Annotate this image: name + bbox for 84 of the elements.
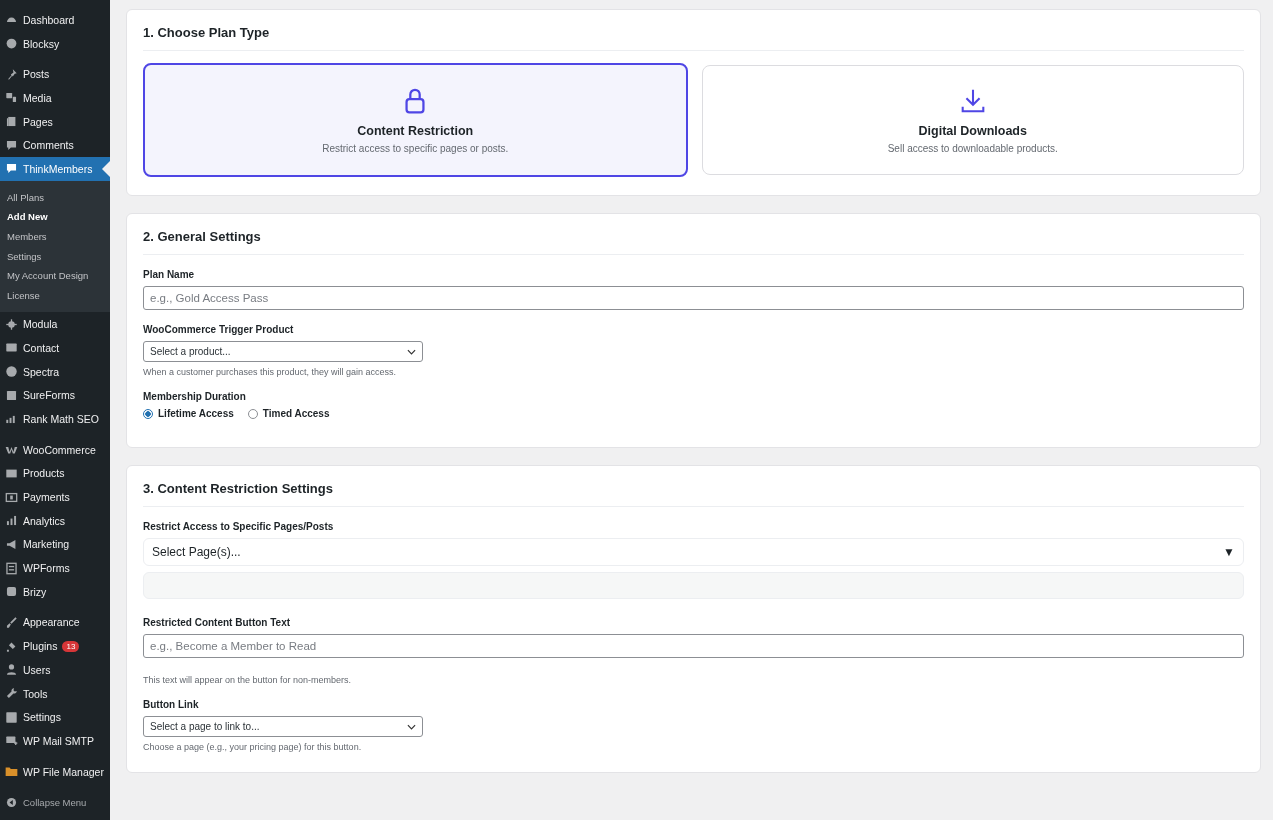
sidebar-item[interactable]: Modula bbox=[0, 312, 110, 337]
megaphone-icon bbox=[5, 537, 18, 551]
collapse-menu-button[interactable]: Collapse Menu bbox=[0, 790, 110, 815]
sidebar-item[interactable]: Blocksy bbox=[0, 31, 110, 56]
sidebar-item[interactable]: Plugins 13 bbox=[0, 634, 110, 658]
sidebar-item[interactable]: Dashboard bbox=[0, 8, 110, 32]
field-label: Restricted Content Button Text bbox=[143, 617, 292, 628]
form-icon bbox=[5, 561, 18, 575]
sidebar-item[interactable]: WP Mail SMTP bbox=[0, 729, 110, 753]
help-text: Choose a page (e.g., your pricing page) for this button. bbox=[143, 742, 363, 752]
sidebar-item[interactable]: Comments bbox=[0, 133, 110, 158]
sidebar-item[interactable]: SureForms bbox=[0, 383, 110, 408]
sidebar-item[interactable]: Payments bbox=[0, 485, 110, 509]
sidebar-item[interactable]: WPForms bbox=[0, 556, 110, 580]
section-title: 3. Content Restriction Settings bbox=[143, 466, 1244, 507]
sidebar-item[interactable]: Spectra bbox=[0, 359, 110, 384]
section-title: 2. General Settings bbox=[143, 214, 1244, 255]
card-icon bbox=[5, 490, 18, 504]
sidebar-item[interactable]: WP File Manager bbox=[0, 759, 110, 784]
radio-button[interactable] bbox=[143, 408, 153, 419]
person-icon bbox=[5, 663, 18, 677]
field-label: Plan Name bbox=[143, 269, 196, 280]
folder-icon bbox=[5, 765, 18, 779]
pages-select[interactable]: Select Page(s)... ▼ bbox=[143, 538, 1244, 566]
section-title: 1. Choose Plan Type bbox=[143, 10, 1244, 51]
chevron-down-icon bbox=[407, 723, 416, 730]
submenu-item[interactable]: All Plans bbox=[0, 187, 110, 208]
help-text: This text will appear on the button for non-members. bbox=[143, 675, 353, 685]
sidebar-item[interactable]: Contact bbox=[0, 336, 110, 360]
photo-icon bbox=[5, 91, 18, 105]
field-label: Membership Duration bbox=[143, 391, 247, 402]
submenu-item[interactable]: Add New bbox=[0, 207, 110, 227]
speech-bubble-icon bbox=[5, 138, 18, 152]
page-icon bbox=[5, 115, 18, 129]
submenu-item[interactable]: Members bbox=[0, 227, 110, 247]
product-select[interactable]: Select a product... bbox=[143, 341, 423, 362]
submenu-item[interactable]: Settings bbox=[0, 246, 110, 267]
plan-type-card[interactable]: Content Restriction Restrict access to specific pages or posts. bbox=[143, 63, 688, 177]
sidebar-item[interactable]: Rank Math SEO bbox=[0, 407, 110, 431]
gear-icon bbox=[5, 317, 18, 331]
field-label: WooCommerce Trigger Product bbox=[143, 324, 295, 335]
sidebar-item[interactable]: Users bbox=[0, 658, 110, 682]
sidebar-item[interactable]: Tools bbox=[0, 681, 110, 706]
radio-option[interactable]: Lifetime Access bbox=[143, 408, 234, 419]
count-badge: 13 bbox=[62, 640, 80, 652]
brush-icon bbox=[5, 615, 18, 629]
circle-icon bbox=[5, 365, 18, 379]
sidebar-item[interactable]: Products bbox=[0, 461, 110, 486]
envelope-icon bbox=[5, 734, 18, 748]
sidebar-item[interactable]: Media bbox=[0, 86, 110, 110]
field-label: Button Link bbox=[143, 699, 200, 710]
link-select[interactable]: Select a page to link to... bbox=[143, 716, 423, 737]
pointer-icon bbox=[102, 161, 110, 178]
submenu-item[interactable]: My Account Design bbox=[0, 266, 110, 286]
sidebar-item[interactable]: Posts bbox=[0, 62, 110, 87]
wrench-icon bbox=[5, 687, 18, 701]
submenu-item[interactable]: License bbox=[0, 285, 110, 306]
square-icon bbox=[5, 585, 18, 599]
chevron-down-icon bbox=[407, 348, 416, 355]
sidebar-item[interactable]: Pages bbox=[0, 109, 110, 134]
left-arrow-circle-icon bbox=[5, 795, 18, 809]
speech-bubble-icon bbox=[5, 162, 18, 176]
card-description: Sell access to downloadable products. bbox=[887, 143, 1058, 154]
sidebar-item[interactable]: Analytics bbox=[0, 508, 110, 533]
sidebar-item[interactable]: ThinkMembers bbox=[0, 157, 110, 181]
sidebar-item[interactable]: Marketing bbox=[0, 532, 110, 557]
help-text: When a customer purchases this product, they will gain access. bbox=[143, 367, 398, 377]
sidebar-item[interactable]: WooCommerce bbox=[0, 437, 110, 462]
card-title: Digital Downloads bbox=[918, 124, 1027, 138]
circle-icon bbox=[5, 37, 18, 51]
sidebar-item[interactable]: Settings bbox=[0, 705, 110, 730]
card-title: Content Restriction bbox=[357, 124, 474, 138]
dropdown-arrow: ▼ bbox=[1223, 545, 1235, 559]
field-label: Restrict Access to Specific Pages/Posts bbox=[143, 521, 335, 532]
radio-option[interactable]: Timed Access bbox=[247, 408, 330, 419]
sidebar-item[interactable]: Appearance bbox=[0, 610, 110, 635]
sidebar-item[interactable]: Brizy bbox=[0, 579, 110, 604]
bar-chart-icon bbox=[5, 514, 18, 528]
plan-name-field[interactable]: e.g., Gold Access Pass bbox=[143, 286, 1244, 310]
select-value: Select Page(s)... bbox=[152, 545, 241, 559]
square-icon bbox=[5, 388, 18, 402]
plan-type-card[interactable]: Digital Downloads Sell access to downloadable products. bbox=[701, 65, 1244, 175]
button-text-field[interactable]: e.g., Become a Member to Read bbox=[143, 634, 1244, 658]
card-description: Restrict access to specific pages or posts. bbox=[322, 143, 509, 154]
